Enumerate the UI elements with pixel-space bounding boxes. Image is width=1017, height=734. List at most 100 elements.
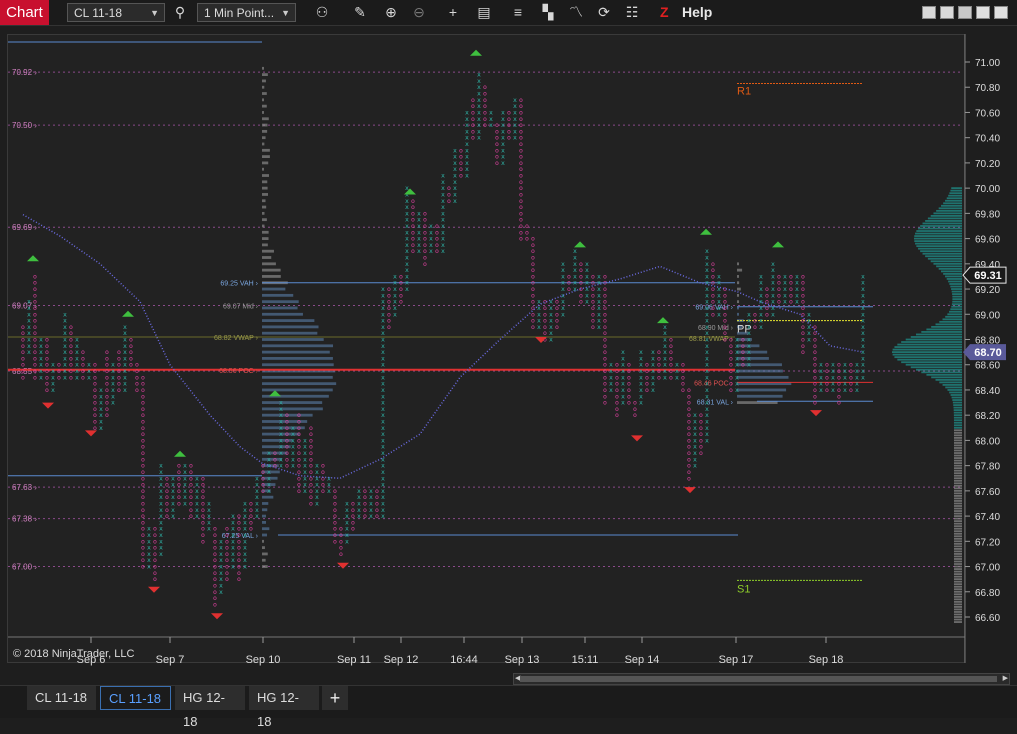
composite-profile-bar	[950, 308, 962, 310]
refresh-icon[interactable]: ⟳	[594, 3, 614, 22]
interval-selector[interactable]: 1 Min Point... ▼	[197, 3, 296, 22]
composite-profile-bar	[954, 409, 962, 411]
composite-profile-bar	[954, 465, 962, 467]
tab-hg-12-18[interactable]: HG 12-18	[175, 686, 245, 710]
volume-profile-bar	[262, 269, 281, 272]
pnf-x-mark: x	[639, 348, 643, 356]
composite-profile-bar	[954, 576, 962, 578]
pnf-o-mark: o	[495, 121, 499, 129]
bar-type-icon[interactable]: ≡	[508, 3, 528, 22]
window-layout-button[interactable]	[940, 6, 954, 19]
pnf-x-mark: x	[861, 272, 865, 280]
z-order-icon[interactable]: Z	[660, 3, 669, 22]
volume-profile-bar	[262, 382, 336, 385]
pnf-o-mark: o	[69, 323, 73, 331]
pnf-o-mark: o	[447, 184, 451, 192]
crosshair-icon[interactable]: +	[443, 3, 463, 22]
swing-low-arrow-icon	[211, 613, 223, 619]
composite-profile-bar	[952, 301, 962, 303]
composite-profile-bar	[939, 268, 962, 270]
volume-profile-bar	[737, 275, 739, 278]
swing-low-arrow-icon	[684, 487, 696, 493]
volume-profile-bar	[262, 565, 268, 568]
help-button[interactable]: Help	[682, 3, 712, 22]
composite-profile-bar	[920, 225, 962, 227]
data-series-icon[interactable]: ▤	[474, 3, 494, 22]
tab-cl-11-18[interactable]: CL 11-18	[27, 686, 96, 710]
composite-profile-bar	[954, 414, 962, 416]
swing-high-arrow-icon	[657, 317, 669, 323]
chart-menu-button[interactable]: Chart	[0, 0, 49, 25]
y-tick-label: 70.00	[975, 184, 1000, 195]
scroll-right-icon[interactable]: ▶	[1003, 674, 1008, 682]
pnf-x-mark: x	[513, 96, 517, 104]
maximize-button[interactable]	[976, 6, 990, 19]
pnf-x-mark: x	[87, 361, 91, 369]
pnf-x-mark: x	[417, 209, 421, 217]
composite-profile-bar	[954, 528, 962, 530]
pnf-x-mark: x	[27, 298, 31, 306]
volume-profile-bar	[262, 351, 330, 354]
pnf-o-mark: o	[567, 272, 571, 280]
search-icon[interactable]: ⚲	[170, 3, 190, 22]
composite-profile-bar	[954, 586, 962, 588]
pnf-o-mark: o	[699, 411, 703, 419]
properties-icon[interactable]: ☷	[622, 3, 642, 22]
scrollbar-thumb[interactable]	[520, 676, 997, 682]
composite-profile-bar	[947, 278, 962, 280]
composite-profile-bar	[954, 445, 962, 447]
zoom-out-icon[interactable]: ⊖	[409, 3, 429, 22]
pnf-o-mark: o	[711, 260, 715, 268]
tab-hg-12-18[interactable]: HG 12-18	[249, 686, 319, 710]
composite-profile-bar	[954, 470, 962, 472]
instrument-selector[interactable]: CL 11-18 ▼	[67, 3, 165, 22]
pnf-x-mark: x	[207, 499, 211, 507]
strategies-icon[interactable]: ▚	[538, 3, 558, 22]
pnf-o-mark: o	[387, 285, 391, 293]
pnf-o-mark: o	[627, 361, 631, 369]
composite-profile-bar	[894, 356, 962, 358]
indicators-icon[interactable]: 〽	[566, 3, 586, 22]
volume-profile-bar	[262, 534, 267, 537]
pnf-x-mark: x	[561, 260, 565, 268]
minimize-button[interactable]	[958, 6, 972, 19]
volume-profile-bar	[262, 180, 267, 183]
volume-profile-bar	[262, 155, 270, 158]
horizontal-scrollbar[interactable]: ◀ ▶	[513, 673, 1010, 685]
left-level-label: 67.63 ›	[12, 483, 37, 492]
volume-profile-bar	[262, 86, 264, 89]
close-icon[interactable]	[994, 6, 1008, 19]
data-box-icon[interactable]: ⚇	[312, 3, 332, 22]
zoom-in-icon[interactable]: ⊕	[381, 3, 401, 22]
volume-profile-bar	[262, 540, 264, 543]
pnf-o-mark: o	[669, 336, 673, 344]
x-tick-label: Sep 13	[505, 654, 540, 666]
pnf-x-mark: x	[477, 71, 481, 79]
volume-profile-bar	[737, 376, 788, 379]
composite-profile-bar	[954, 480, 962, 482]
pnf-o-mark: o	[525, 222, 529, 230]
pnf-x-mark: x	[147, 525, 151, 533]
volume-profile-bar	[737, 389, 786, 392]
window-layout-button[interactable]	[922, 6, 936, 19]
composite-profile-bar	[954, 566, 962, 568]
y-tick-label: 71.00	[975, 58, 1000, 69]
composite-profile-bar	[923, 253, 962, 255]
volume-profile-bar	[262, 243, 268, 246]
composite-profile-bar	[954, 591, 962, 593]
chart-panel[interactable]: 70.92 › 70.50 › 69.69 › 69.07 › 68.55 › 67.63…	[0, 26, 1017, 685]
pnf-x-mark: x	[393, 272, 397, 280]
y-tick-label: 68.60	[975, 361, 1000, 372]
pnf-o-mark: o	[837, 361, 841, 369]
pencil-icon[interactable]: ✎	[350, 3, 370, 22]
pnf-o-mark: o	[225, 525, 229, 533]
add-tab-button[interactable]: +	[322, 686, 348, 710]
pnf-x-mark: x	[597, 272, 601, 280]
composite-profile-bar	[941, 205, 962, 207]
swing-high-arrow-icon	[122, 311, 134, 317]
volume-profile-bar	[262, 553, 268, 556]
tab-cl-11-18-active[interactable]: CL 11-18	[100, 686, 171, 710]
left-level-label: 70.50 ›	[12, 121, 37, 130]
composite-profile-bar	[954, 518, 962, 520]
pnf-x-mark: x	[693, 411, 697, 419]
